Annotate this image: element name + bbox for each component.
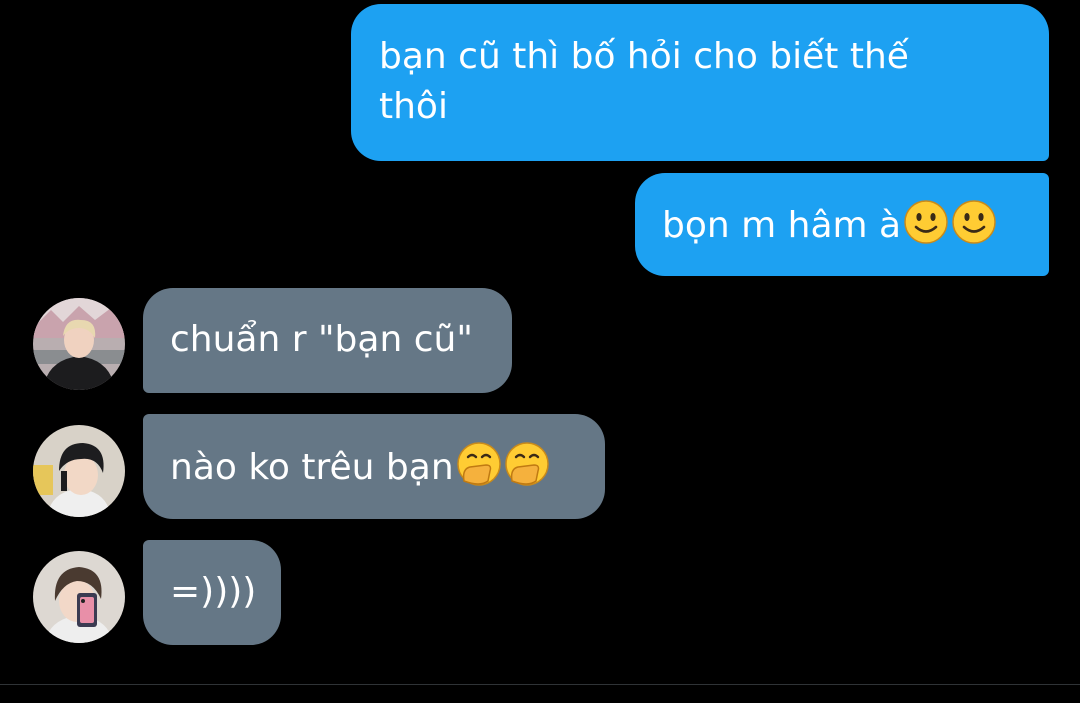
slightly-smiling-face-icon — [951, 199, 997, 259]
message-text: =)))) — [170, 571, 257, 612]
face-with-hand-over-mouth-icon — [504, 441, 550, 501]
incoming-message-bubble[interactable]: nào ko trêu bạn — [143, 414, 605, 519]
avatar[interactable] — [33, 425, 125, 517]
slightly-smiling-face-icon — [903, 199, 949, 259]
face-with-hand-over-mouth-icon — [456, 441, 502, 501]
incoming-message-bubble[interactable]: chuẩn r "bạn cũ" — [143, 288, 512, 393]
message-text-line: bạn cũ thì bố hỏi cho biết thế — [379, 36, 909, 77]
outgoing-message-bubble[interactable]: bọn m hâm à — [635, 173, 1049, 276]
outgoing-message-bubble[interactable]: bạn cũ thì bố hỏi cho biết thế thôi — [351, 4, 1049, 161]
composer-divider — [0, 684, 1080, 685]
chat-thread: bạn cũ thì bố hỏi cho biết thế thôi bọn … — [0, 0, 1080, 703]
message-text: bọn m hâm à — [662, 205, 902, 246]
avatar[interactable] — [33, 551, 125, 643]
avatar[interactable] — [33, 298, 125, 390]
incoming-message-bubble[interactable]: =)))) — [143, 540, 281, 645]
message-text: chuẩn r "bạn cũ" — [170, 319, 473, 360]
message-text: nào ko trêu bạn — [170, 447, 454, 488]
message-text-line: thôi — [379, 86, 448, 127]
